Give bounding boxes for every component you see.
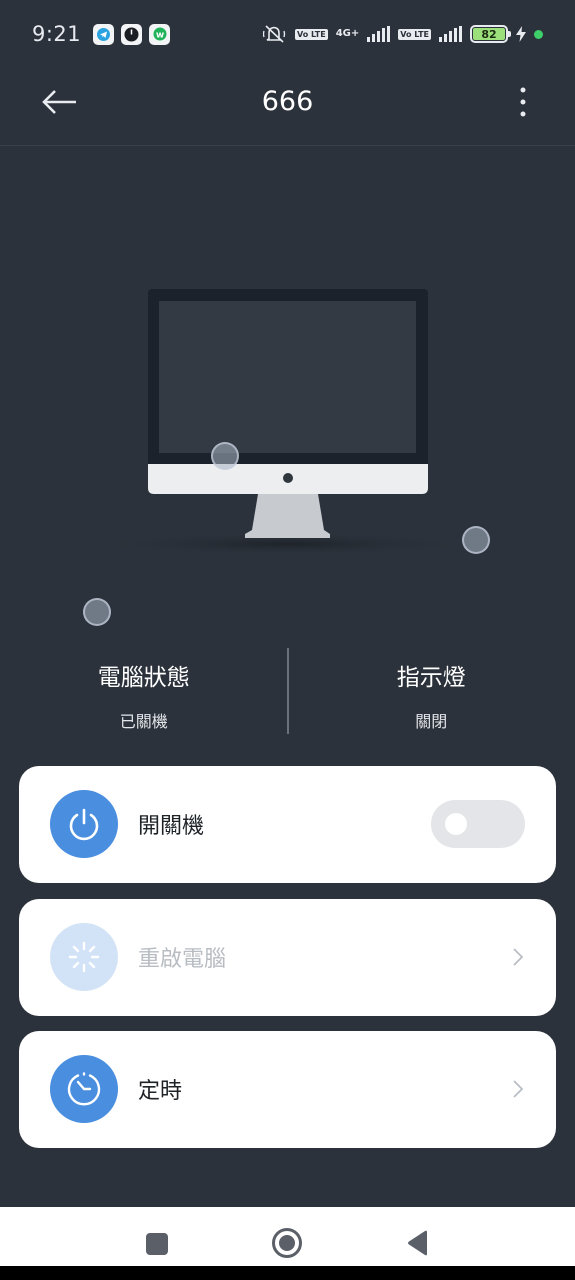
status-info: 電腦狀態 已關機 指示燈 關閉	[0, 648, 575, 736]
battery-icon: 82	[470, 25, 511, 43]
notification-icons: w	[93, 23, 171, 45]
battery-level: 82	[473, 28, 505, 41]
charging-icon	[516, 26, 526, 42]
wechat-icon: w	[149, 23, 171, 45]
clock-app-icon	[121, 23, 143, 45]
divider	[287, 648, 289, 734]
status-indicators: Vo LTE 4G+ Vo LTE 82	[262, 24, 543, 44]
computer-status: 電腦狀態 已關機	[0, 648, 288, 736]
svg-text:w: w	[156, 31, 164, 41]
power-icon	[50, 790, 118, 858]
monitor-icon	[87, 289, 487, 556]
signal-icon-2	[439, 26, 462, 42]
indicator-value: 關閉	[415, 712, 448, 731]
home-button[interactable]	[271, 1227, 303, 1263]
app-header: 666	[0, 68, 575, 146]
volte-badge: Vo LTE	[294, 28, 328, 40]
square-icon	[146, 1233, 168, 1255]
timer-icon	[50, 1055, 118, 1123]
power-label: 開關機	[138, 814, 205, 839]
privacy-indicator-dot	[534, 29, 543, 39]
telegram-icon	[93, 23, 115, 45]
restart-label: 重啟電腦	[138, 947, 227, 972]
more-vertical-icon	[520, 87, 526, 117]
timer-label: 定時	[138, 1079, 183, 1104]
indicator-title: 指示燈	[396, 665, 466, 691]
triangle-back-icon	[408, 1230, 427, 1256]
page-title: 666	[261, 86, 314, 117]
status-time: 9:21	[32, 22, 82, 46]
computer-status-value: 已關機	[119, 712, 168, 731]
touch-indicator	[462, 526, 490, 554]
mute-icon	[262, 25, 286, 43]
computer-status-title: 電腦狀態	[97, 665, 190, 691]
indicator-status: 指示燈 關閉	[288, 648, 575, 736]
volte-badge-2: Vo LTE	[398, 28, 431, 40]
loading-spinner-icon	[50, 923, 118, 991]
signal-icon	[367, 26, 391, 42]
status-bar: 9:21 w Vo LTE 4G+ Vo LTE 82	[0, 0, 575, 68]
timer-card[interactable]: 定時	[19, 1031, 556, 1148]
chevron-right-icon	[513, 1080, 524, 1098]
touch-indicator	[83, 598, 111, 626]
recents-button[interactable]	[145, 1232, 169, 1260]
more-options-button[interactable]	[511, 82, 535, 122]
network-type: 4G+	[335, 28, 360, 39]
home-circle-icon	[272, 1228, 302, 1258]
toggle-knob	[445, 813, 467, 835]
bottom-edge	[0, 1266, 575, 1280]
power-card[interactable]: 開關機	[19, 766, 556, 883]
chevron-right-icon	[513, 948, 524, 966]
restart-card[interactable]: 重啟電腦	[19, 899, 556, 1016]
back-nav-button[interactable]	[405, 1229, 431, 1261]
touch-indicator	[211, 442, 239, 470]
power-toggle[interactable]	[431, 800, 525, 848]
computer-illustration	[0, 146, 575, 646]
